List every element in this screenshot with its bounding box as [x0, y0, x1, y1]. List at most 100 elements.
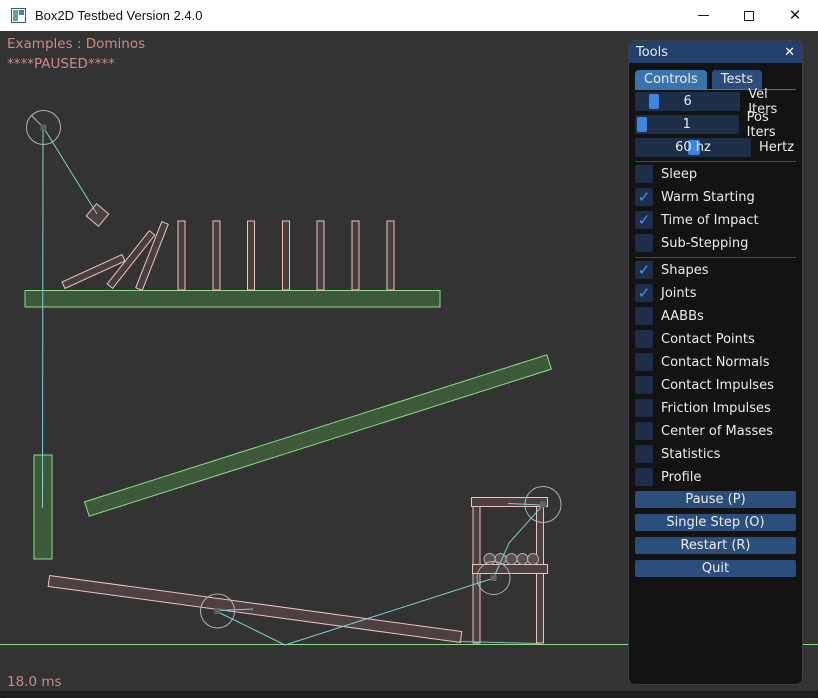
tools-panel-header[interactable]: Tools ✕	[629, 41, 802, 63]
tab-controls[interactable]: Controls	[635, 70, 707, 89]
seesaw-plank[interactable]	[48, 576, 462, 643]
pos-iters-slider[interactable]: 1	[635, 115, 739, 134]
ground-joint-line	[459, 642, 540, 644]
ball-4[interactable]	[517, 554, 528, 565]
ball-1[interactable]	[484, 554, 495, 565]
check-icon: ✓	[638, 286, 651, 301]
single-step-o-button[interactable]: Single Step (O)	[635, 514, 796, 531]
domino-8[interactable]	[317, 221, 324, 290]
slider-row-pos-iters: 1Pos Iters	[635, 115, 796, 134]
stand-right-post[interactable]	[537, 506, 544, 643]
stand-left-post[interactable]	[473, 506, 480, 643]
restart-r-button[interactable]: Restart (R)	[635, 537, 796, 554]
checkbox-row-contact-points[interactable]: Contact Points	[635, 330, 796, 348]
minimize-icon	[698, 15, 709, 16]
shapes-checkbox-label: Shapes	[661, 263, 708, 278]
slider-row-vel-iters: 6Vel Iters	[635, 92, 796, 111]
aabbs-checkbox[interactable]	[635, 307, 653, 325]
stand-shelf[interactable]	[473, 565, 548, 574]
vel-iters-slider-value: 6	[635, 92, 740, 111]
tools-panel: Tools ✕ ControlsTests 6Vel Iters1Pos Ite…	[628, 40, 803, 685]
joint-anchor-seesaw	[215, 608, 221, 614]
app-icon	[11, 8, 26, 23]
joint-anchor-pendulum	[41, 125, 47, 131]
window-bottom-edge	[0, 691, 818, 698]
close-button[interactable]: ✕	[772, 0, 818, 31]
sleep-checkbox[interactable]	[635, 165, 653, 183]
contact-impulses-checkbox[interactable]	[635, 376, 653, 394]
checkbox-row-sleep[interactable]: Sleep	[635, 165, 796, 183]
contact-points-checkbox-label: Contact Points	[661, 332, 755, 347]
domino-4[interactable]	[178, 221, 185, 290]
contact-impulses-checkbox-label: Contact Impulses	[661, 378, 774, 393]
joints-checkbox-label: Joints	[661, 286, 697, 301]
shapes-checkbox[interactable]: ✓	[635, 261, 653, 279]
vel-iters-slider[interactable]: 6	[635, 92, 740, 111]
checkbox-row-contact-normals[interactable]: Contact Normals	[635, 353, 796, 371]
domino-5[interactable]	[213, 221, 220, 290]
check-icon: ✓	[638, 263, 651, 278]
window-title: Box2D Testbed Version 2.4.0	[35, 8, 202, 23]
checkbox-row-joints[interactable]: ✓ Joints	[635, 284, 796, 302]
pendulum-joint-line-diagonal	[44, 128, 98, 215]
checkbox-row-center-of-masses[interactable]: Center of Masses	[635, 422, 796, 440]
quit-button[interactable]: Quit	[635, 560, 796, 577]
separator	[635, 257, 796, 258]
profile-checkbox-label: Profile	[661, 470, 701, 485]
sleep-checkbox-label: Sleep	[661, 167, 697, 182]
domino-7[interactable]	[283, 221, 290, 290]
time-of-impact-checkbox-label: Time of Impact	[661, 213, 759, 228]
pause-p-button[interactable]: Pause (P)	[635, 491, 796, 508]
contact-normals-checkbox[interactable]	[635, 353, 653, 371]
titlebar: Box2D Testbed Version 2.4.0 ✕	[0, 0, 818, 31]
sub-stepping-checkbox-label: Sub-Stepping	[661, 236, 748, 251]
hertz-slider-value: 60 hz	[635, 138, 751, 157]
ball-3[interactable]	[506, 554, 517, 565]
checkbox-row-profile[interactable]: Profile	[635, 468, 796, 486]
contact-normals-checkbox-label: Contact Normals	[661, 355, 770, 370]
button-list: Pause (P) Single Step (O) Restart (R) Quit	[635, 491, 796, 577]
checkbox-row-sub-stepping[interactable]: Sub-Stepping	[635, 234, 796, 252]
hertz-slider-label: Hertz	[759, 140, 794, 155]
maximize-button[interactable]	[726, 0, 772, 31]
friction-impulses-checkbox[interactable]	[635, 399, 653, 417]
domino-10[interactable]	[387, 221, 394, 290]
contact-points-checkbox[interactable]	[635, 330, 653, 348]
tools-panel-title: Tools	[636, 45, 668, 60]
checkbox-row-warm-starting[interactable]: ✓Warm Starting	[635, 188, 796, 206]
checkbox-row-aabbs[interactable]: AABBs	[635, 307, 796, 325]
fallen-domino-3[interactable]	[136, 222, 169, 291]
checkbox-row-statistics[interactable]: Statistics	[635, 445, 796, 463]
joint-anchor-stand-top	[540, 502, 546, 508]
ball-5[interactable]	[528, 554, 539, 565]
pos-iters-slider-label: Pos Iters	[747, 110, 796, 140]
friction-impulses-checkbox-label: Friction Impulses	[661, 401, 771, 416]
checkbox-row-time-of-impact[interactable]: ✓ Time of Impact	[635, 211, 796, 229]
hertz-slider[interactable]: 60 hz	[635, 138, 751, 157]
separator	[635, 161, 796, 162]
joint-anchor-stand-lower	[491, 575, 497, 581]
pos-iters-slider-value: 1	[635, 115, 739, 134]
ramp	[85, 355, 552, 516]
slider-row-hertz: 60 hz Hertz	[635, 138, 796, 157]
check-icon: ✓	[638, 213, 651, 228]
sub-stepping-checkbox[interactable]	[635, 234, 653, 252]
domino-9[interactable]	[352, 221, 359, 290]
frame-time-label: 18.0 ms	[7, 674, 62, 690]
statistics-checkbox[interactable]	[635, 445, 653, 463]
warm-starting-checkbox[interactable]: ✓	[635, 188, 653, 206]
checkbox-row-friction-impulses[interactable]: Friction Impulses	[635, 399, 796, 417]
app-window: Examples : Dominos ****PAUSED**** 18.0 m…	[0, 0, 818, 698]
pendulum-bob[interactable]	[86, 204, 109, 227]
time-of-impact-checkbox[interactable]: ✓	[635, 211, 653, 229]
profile-checkbox[interactable]	[635, 468, 653, 486]
center-of-masses-checkbox[interactable]	[635, 422, 653, 440]
maximize-icon	[744, 11, 754, 21]
checkbox-row-shapes[interactable]: ✓ Shapes	[635, 261, 796, 279]
joints-checkbox[interactable]: ✓	[635, 284, 653, 302]
checkbox-group-1: ✓ Shapes ✓ Joints AABBs Contact Points Contact…	[635, 261, 796, 486]
checkbox-row-contact-impulses[interactable]: Contact Impulses	[635, 376, 796, 394]
minimize-button[interactable]	[680, 0, 726, 31]
panel-close-icon[interactable]: ✕	[784, 46, 795, 59]
domino-6[interactable]	[248, 221, 255, 290]
